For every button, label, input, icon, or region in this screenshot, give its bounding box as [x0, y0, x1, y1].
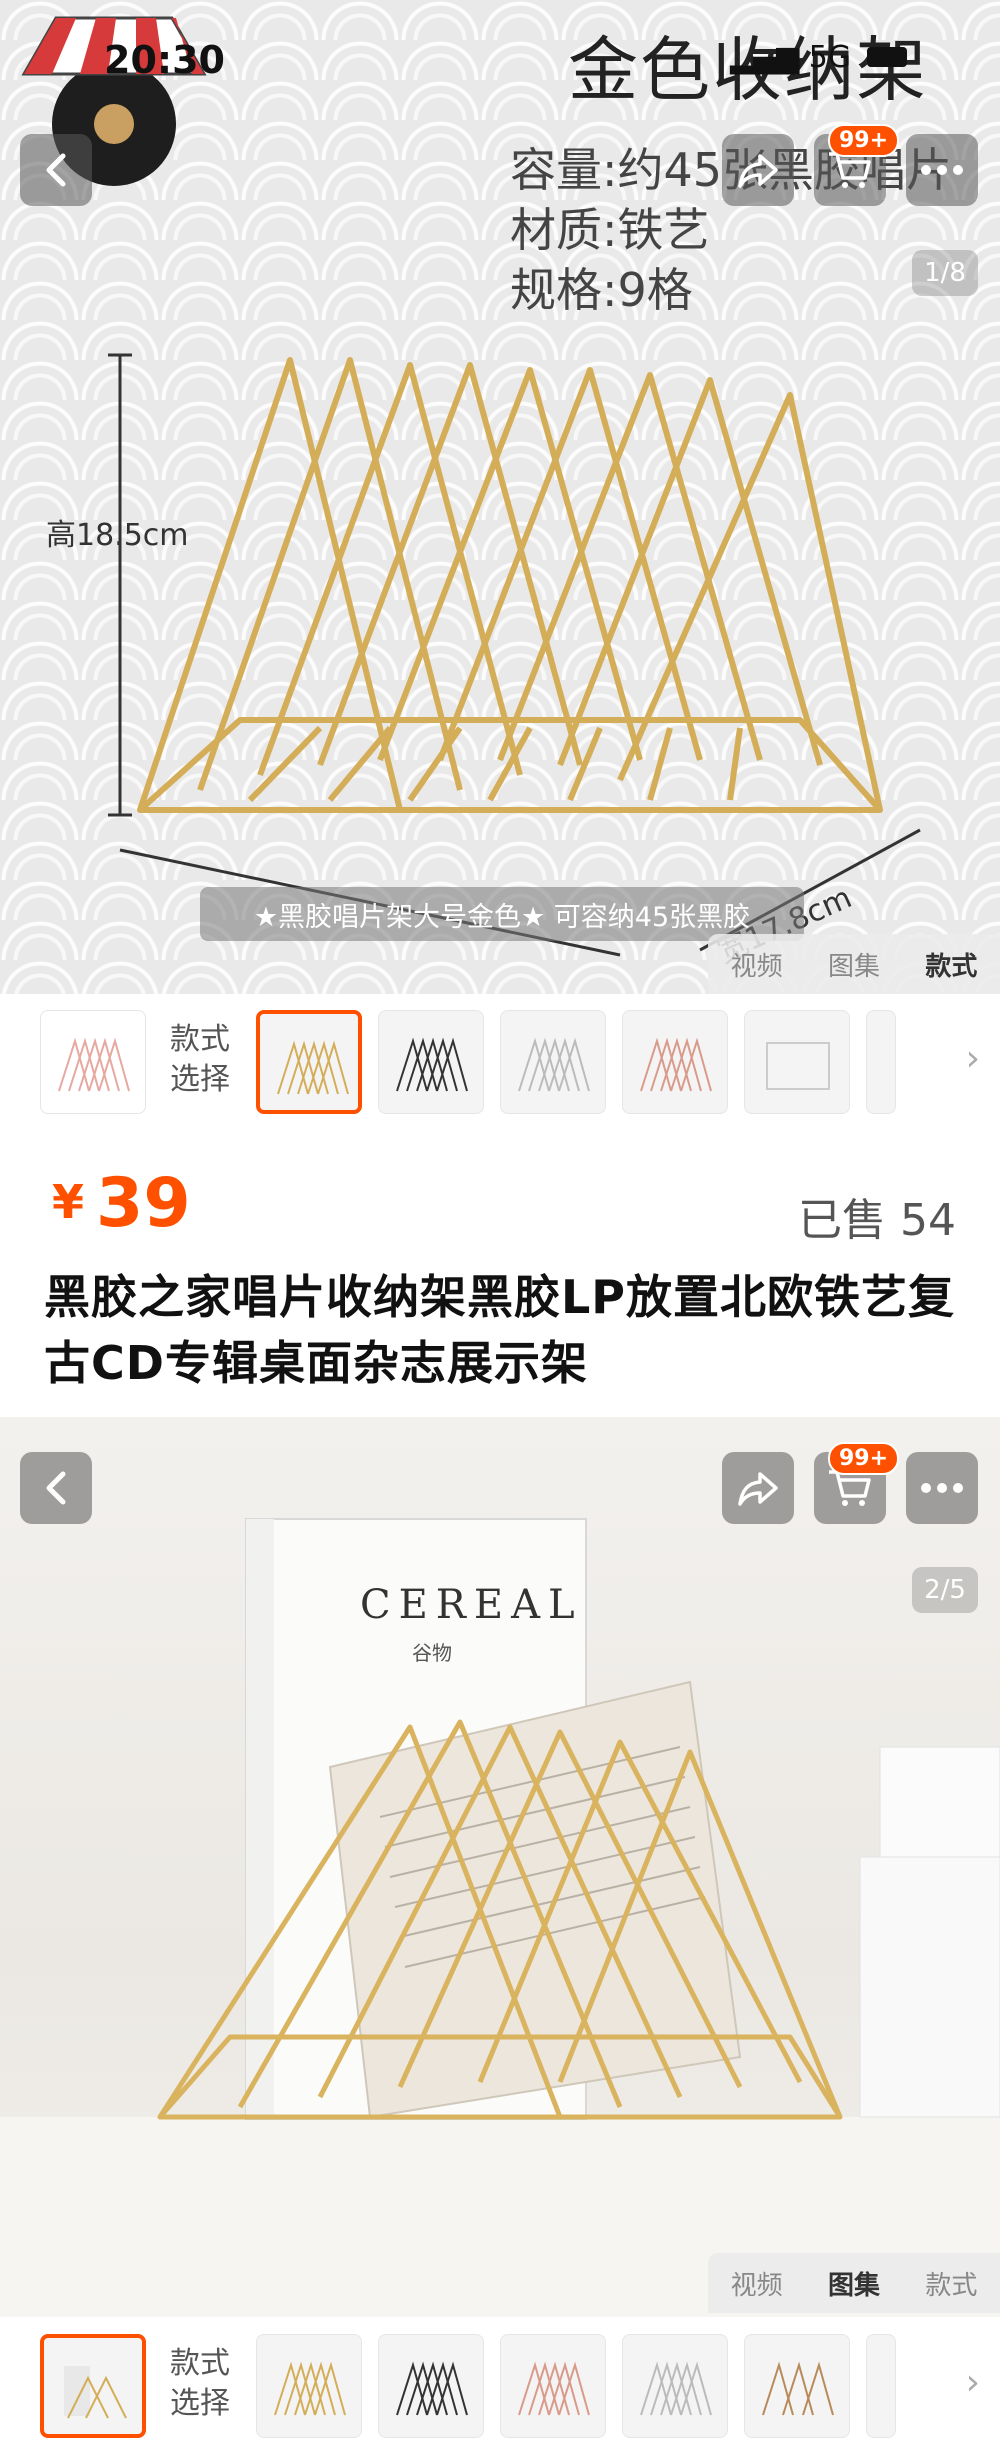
sold-count: 已售 54: [798, 1195, 956, 1246]
spec-size: 规格:9格: [510, 263, 693, 317]
rack-thumb-icon: [277, 1040, 349, 1095]
magazine-title: CEREAL: [360, 1582, 583, 1628]
status-signal: ▂▄▆ 5G: [730, 40, 907, 75]
rack-thumb-icon: [766, 1042, 830, 1090]
battery-icon: [866, 47, 907, 67]
share-button-2[interactable]: [722, 1452, 794, 1524]
thumb-white[interactable]: [500, 1010, 606, 1114]
style-label2-line1: 款式: [170, 2346, 230, 2381]
thumb2-black[interactable]: [378, 2334, 484, 2438]
status-time: 20:30: [104, 38, 225, 82]
cart-badge-2: 99+: [828, 1442, 900, 1475]
rack-thumb-icon: [518, 1037, 590, 1092]
magazine-subtitle: 谷物: [412, 1641, 452, 1665]
chevron-right-icon[interactable]: ›: [966, 2362, 980, 2403]
style-label-line1: 款式: [170, 1022, 230, 1057]
style-select-label-2: 款式 选择: [170, 2344, 240, 2424]
tab-video[interactable]: 视频: [731, 946, 783, 983]
back-button[interactable]: [20, 134, 92, 206]
thumb-rose[interactable]: [622, 1010, 728, 1114]
network-type: 5G: [808, 40, 852, 75]
rack-thumb-icon: [396, 2361, 468, 2416]
thumb-cover[interactable]: [40, 1010, 146, 1114]
share-icon: [738, 154, 778, 188]
rack-with-magazines-image: [0, 1518, 1000, 2317]
media-tabs-2: 视频 图集 款式: [708, 2253, 1000, 2313]
style-label-line2: 选择: [170, 1062, 230, 1097]
more-button-2[interactable]: [906, 1452, 978, 1524]
image-counter-2: 2/5: [912, 1567, 978, 1613]
rack-thumb-icon: [64, 2366, 127, 2419]
rack-thumb-icon: [58, 1037, 130, 1092]
product-image-2[interactable]: CEREAL 谷物 99+ 2/5 视频 图集 款式: [0, 1417, 1000, 2317]
spec-material: 材质:铁艺: [510, 203, 710, 257]
cart-badge: 99+: [828, 124, 900, 157]
signal-icon: ▂▄▆: [730, 40, 800, 75]
thumb-black[interactable]: [378, 1010, 484, 1114]
rack-thumb-icon: [762, 2361, 834, 2416]
chevron-left-icon: [46, 153, 66, 187]
back-button-2[interactable]: [20, 1452, 92, 1524]
thumb2-white[interactable]: [622, 2334, 728, 2438]
style-thumbnails-2: 款式 选择 ›: [0, 2318, 1000, 2448]
tab-gallery[interactable]: 图集: [828, 946, 880, 983]
product-image-1[interactable]: 高18.5cm 宽17.8cm 金色收纳架 容量:约45张黑胶唱片 材质:铁艺 …: [0, 0, 1000, 994]
share-icon: [738, 1472, 778, 1506]
thumb2-more[interactable]: [866, 2334, 896, 2438]
more-icon: [921, 165, 963, 175]
rack-thumb-icon: [518, 2361, 590, 2416]
style-label2-line2: 选择: [170, 2386, 230, 2421]
media-tabs: 视频 图集 款式: [708, 934, 1000, 994]
cart-button[interactable]: 99+: [814, 124, 900, 206]
image-counter: 1/8: [912, 250, 978, 296]
rack-thumb-icon: [274, 2361, 346, 2416]
product-title: 黑胶之家唱片收纳架黑胶LP放置北欧铁艺复古CD专辑桌面杂志展示架: [44, 1270, 956, 1390]
thumb2-rose[interactable]: [500, 2334, 606, 2438]
rack-thumb-icon: [640, 2361, 712, 2416]
status-bar: 20:30 ▂▄▆ 5G: [0, 0, 1000, 186]
style-thumbnails-1: 款式 选择 ›: [0, 994, 1000, 1124]
cart-button-2[interactable]: 99+: [814, 1442, 900, 1524]
image-caption: ★黑胶唱片架大号金色★ 可容纳45张黑胶: [200, 887, 804, 941]
thumb2-gold[interactable]: [256, 2334, 362, 2438]
price-currency: ¥: [52, 1175, 85, 1229]
rack-thumb-icon: [640, 1037, 712, 1092]
height-label: 高18.5cm: [46, 518, 189, 553]
price: ¥39: [52, 1164, 191, 1243]
tab-style-2[interactable]: 款式: [925, 2265, 977, 2302]
thumb2-wood[interactable]: [744, 2334, 850, 2438]
thumb-gold[interactable]: [256, 1010, 362, 1114]
more-button[interactable]: [906, 134, 978, 206]
product-info: ¥39 已售 54 黑胶之家唱片收纳架黑胶LP放置北欧铁艺复古CD专辑桌面杂志展…: [0, 1124, 1000, 1414]
thumb-more[interactable]: [866, 1010, 896, 1114]
thumb-clear[interactable]: [744, 1010, 850, 1114]
chevron-left-icon: [46, 1471, 66, 1505]
price-value: 39: [96, 1164, 191, 1243]
tab-style[interactable]: 款式: [925, 946, 977, 983]
tab-video-2[interactable]: 视频: [731, 2265, 783, 2302]
rack-thumb-icon: [396, 1037, 468, 1092]
thumb2-scene[interactable]: [40, 2334, 146, 2438]
more-icon: [921, 1483, 963, 1493]
tab-gallery-2[interactable]: 图集: [828, 2265, 880, 2302]
chevron-right-icon[interactable]: ›: [966, 1038, 980, 1079]
style-select-label: 款式 选择: [170, 1020, 240, 1100]
share-button[interactable]: [722, 134, 794, 206]
